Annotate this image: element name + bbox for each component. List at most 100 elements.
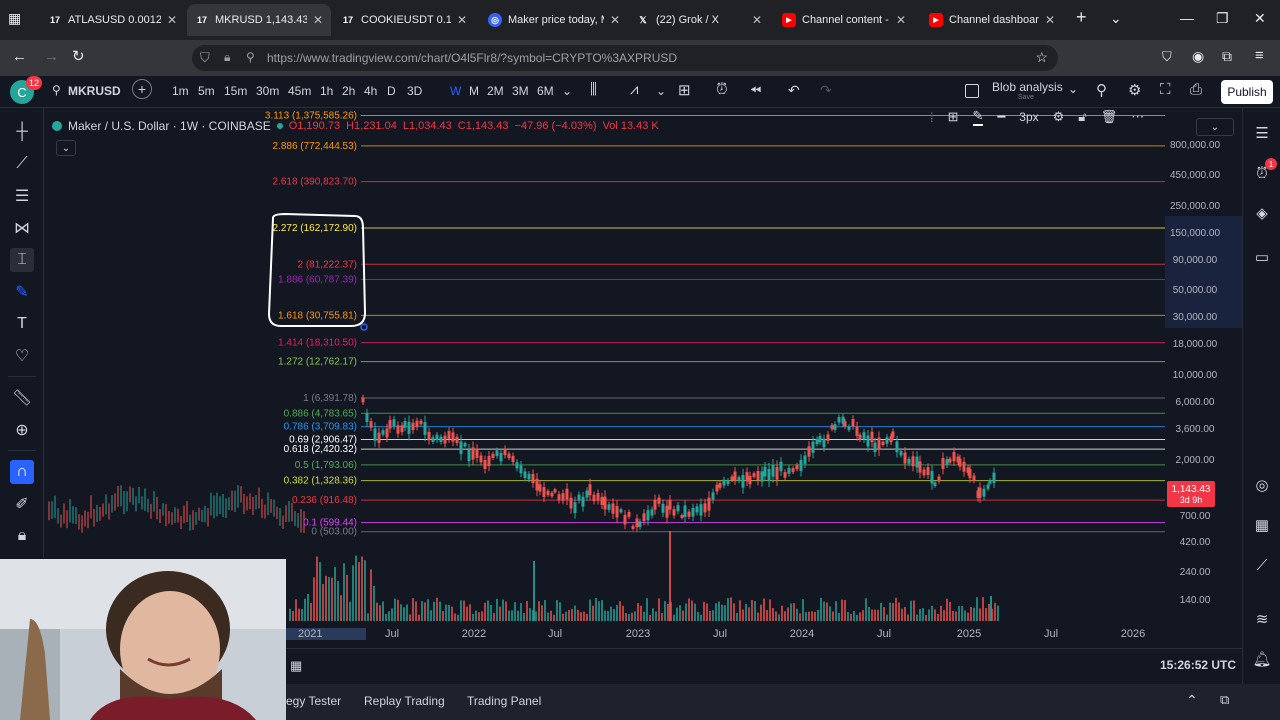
interval-m[interactable]: M (469, 84, 479, 98)
interval-1m[interactable]: 1m (172, 84, 189, 98)
fullscreen-icon[interactable]: ⛶ (1160, 81, 1171, 98)
watchlist-icon[interactable]: ☰ (1251, 122, 1273, 144)
magnet-icon[interactable]: ∩ (10, 460, 34, 484)
close-icon[interactable]: ✕ (610, 13, 620, 27)
legend-title[interactable]: Maker / U.S. Dollar · 1W · COINBASE (68, 119, 271, 133)
interval-30m[interactable]: 30m (256, 84, 279, 98)
browser-tab-active[interactable]: 17 MKRUSD 1,143.43 ▲ ✕ (187, 4, 331, 36)
brush-icon[interactable]: ✎ (10, 280, 34, 304)
site-info-icon[interactable]: ⚲ (246, 50, 255, 64)
publish-button[interactable]: Publish (1221, 80, 1273, 104)
back-icon[interactable]: ← (12, 48, 27, 65)
interval-5m[interactable]: 5m (198, 84, 215, 98)
browser-tab[interactable]: 17 COOKIEUSDT 0.1543 ✕ (333, 4, 475, 36)
interval-2h[interactable]: 2h (342, 84, 355, 98)
pattern-icon[interactable]: ⋈ (10, 216, 34, 240)
symbol-search-icon[interactable]: ⚲ (52, 83, 61, 97)
close-icon[interactable]: ✕ (896, 13, 906, 27)
pen-color-icon[interactable]: ✎ (972, 108, 984, 126)
interval-4h[interactable]: 4h (364, 84, 377, 98)
broadcast-icon[interactable]: ≋ (1251, 608, 1273, 630)
undo-icon[interactable]: ↶ (788, 82, 800, 99)
date-range-calendar-icon[interactable]: ▦ (290, 658, 302, 674)
interval-15m[interactable]: 15m (224, 84, 247, 98)
notifications-bell-icon[interactable]: 🔔︎ (1251, 648, 1273, 670)
reload-icon[interactable]: ↻ (72, 47, 85, 65)
scale-chevron-icon[interactable]: ⌄ (1196, 118, 1234, 136)
target-icon[interactable]: ◎ (1251, 474, 1273, 496)
tab-strategy-tester[interactable]: egy Tester (286, 694, 341, 708)
drag-handle-icon[interactable]: ⁞ (930, 110, 934, 125)
close-icon[interactable]: ✕ (1045, 13, 1055, 27)
legend-collapse-chevron-icon[interactable]: ⌄ (56, 140, 76, 156)
tab-search-icon[interactable]: ▦ (8, 10, 21, 27)
chevron-down-icon[interactable]: ⌄ (656, 84, 666, 98)
new-tab-icon[interactable]: + (1076, 7, 1087, 28)
forward-icon[interactable]: → (44, 48, 59, 65)
account-icon[interactable]: ◉ (1192, 48, 1204, 65)
templates-grid-icon[interactable]: ⊞ (948, 109, 959, 125)
trend-line-icon[interactable]: ⟋ (10, 152, 34, 176)
close-icon[interactable]: ✕ (167, 13, 177, 27)
fib-retracement-icon[interactable]: ☰ (10, 184, 34, 208)
layout-checkbox-icon[interactable] (965, 84, 979, 98)
url-field[interactable]: ⛉ 🔒︎ ⚲ https://www.tradingview.com/chart… (192, 45, 1058, 71)
menu-icon[interactable]: ≡ (1255, 47, 1264, 64)
window-close-icon[interactable]: ✕ (1254, 10, 1266, 27)
trash-icon[interactable]: 🗑︎ (1101, 109, 1118, 125)
lock-icon[interactable]: 🔓︎ (1078, 109, 1086, 125)
layout-name[interactable]: Blob analysis (992, 80, 1063, 94)
interval-1h[interactable]: 1h (320, 84, 333, 98)
restore-icon[interactable]: ❐ (1216, 10, 1229, 27)
quick-search-icon[interactable]: ⚲ (1096, 81, 1107, 99)
close-icon[interactable]: ✕ (457, 13, 467, 27)
compare-add-icon[interactable]: + (132, 79, 152, 99)
ruler-icon[interactable]: 📏︎ (10, 386, 34, 410)
stay-drawing-icon[interactable]: ✐ (10, 492, 34, 516)
interval-45m[interactable]: 45m (288, 84, 311, 98)
browser-tab[interactable]: 17 ATLASUSD 0.0012577 ✕ (40, 4, 185, 36)
symbol-search[interactable]: MKRUSD (68, 84, 121, 98)
interval-3m[interactable]: 3M (512, 84, 529, 98)
chevron-down-icon[interactable]: ⌄ (1110, 10, 1122, 27)
redo-icon[interactable]: ↷ (820, 82, 832, 99)
alert-icon[interactable]: ⏰︎ (716, 81, 728, 98)
crosshair-icon[interactable]: ┼ (10, 120, 34, 144)
chevron-up-icon[interactable]: ⌃ (1186, 692, 1198, 709)
lock-drawings-icon[interactable]: 🔒︎ (10, 524, 34, 548)
templates-icon[interactable]: ⊞ (678, 81, 691, 99)
trend-icon[interactable]: ⟋ (1251, 554, 1273, 576)
shield-icon[interactable]: ⛉ (200, 50, 210, 66)
maximize-panel-icon[interactable]: ⧉ (1220, 692, 1229, 708)
prediction-tool-icon[interactable]: ⌶ (10, 248, 34, 272)
settings-gear-icon[interactable]: ⚙ (1053, 109, 1065, 125)
interval-2m[interactable]: 2M (487, 84, 504, 98)
tab-replay-trading[interactable]: Replay Trading (364, 694, 445, 708)
layers-icon[interactable]: ◈ (1251, 202, 1273, 224)
tab-trading-panel[interactable]: Trading Panel (467, 694, 541, 708)
interval-6m[interactable]: 6M (537, 84, 554, 98)
calendar-icon[interactable]: ▦ (1251, 514, 1273, 536)
interval-3d[interactable]: 3D (407, 84, 422, 98)
chevron-down-icon[interactable]: ⌄ (562, 84, 572, 98)
extensions-icon[interactable]: ⧉ (1222, 48, 1232, 65)
minimize-icon[interactable]: — (1180, 10, 1194, 26)
camera-icon[interactable]: ⎙ (1190, 81, 1202, 98)
lock-icon[interactable]: 🔒︎ (224, 50, 230, 65)
pocket-icon[interactable]: ⛉ (1162, 49, 1172, 65)
text-tool-icon[interactable]: T (10, 312, 34, 336)
more-options-icon[interactable]: ⋯ (1131, 109, 1144, 125)
indicators-icon[interactable]: ⩘ (630, 81, 638, 98)
bookmark-star-icon[interactable]: ☆ (1035, 49, 1048, 66)
settings-gear-icon[interactable]: ⚙ (1128, 81, 1141, 99)
interval-w[interactable]: W (450, 84, 461, 98)
stroke-width[interactable]: 3px (1019, 110, 1038, 124)
heart-icon[interactable]: ♡ (10, 344, 34, 368)
browser-tab[interactable]: ▶ Channel content - You ✕ (774, 4, 914, 36)
zoom-in-icon[interactable]: ⊕ (10, 418, 34, 442)
line-style-icon[interactable]: ━ (997, 109, 1005, 125)
browser-tab[interactable]: ◎ Maker price today, MK ✕ (480, 4, 628, 36)
replay-icon[interactable]: ⏪︎ (750, 82, 761, 99)
browser-tab[interactable]: ▶ Channel dashboard - Y ✕ (921, 4, 1063, 36)
interval-d[interactable]: D (387, 84, 396, 98)
